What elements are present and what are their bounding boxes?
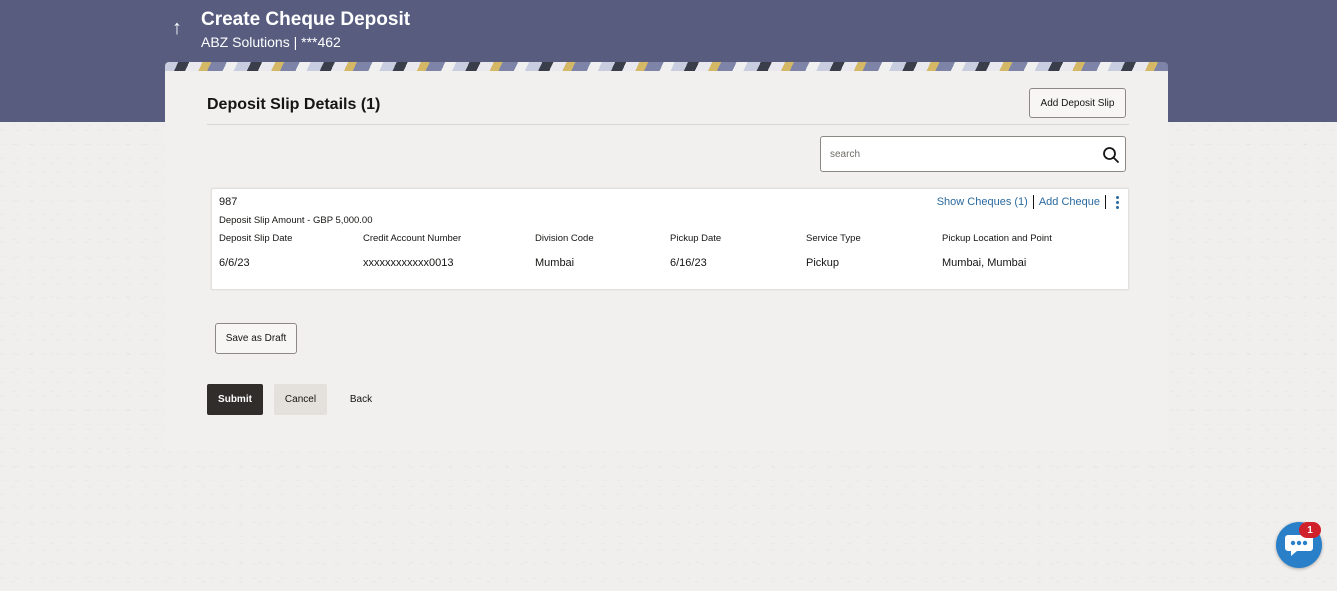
separator — [1032, 195, 1034, 209]
page-title: Create Cheque Deposit — [201, 9, 411, 30]
column-header: Deposit Slip Date — [219, 233, 293, 244]
pickup-location: Mumbai, Mumbai — [942, 257, 1027, 269]
separator — [1105, 195, 1106, 209]
column-header: Service Type — [806, 233, 861, 244]
search-input[interactable]: search — [820, 136, 1126, 172]
column-header: Pickup Location and Point — [942, 233, 1052, 244]
division-code: Mumbai — [535, 257, 575, 269]
more-options-icon[interactable] — [1116, 195, 1119, 209]
search-icon[interactable] — [1101, 145, 1121, 165]
cancel-button[interactable]: Cancel — [274, 384, 327, 415]
slip-amount: Deposit Slip Amount - GBP 5,000.00 — [219, 215, 373, 226]
add-deposit-slip-button[interactable]: Add Deposit Slip — [1029, 88, 1126, 118]
service-type: Pickup — [806, 257, 840, 269]
search-placeholder: search — [830, 149, 861, 160]
section-title: Deposit Slip Details (1) — [207, 96, 381, 113]
notification-badge: 1 — [1299, 522, 1321, 538]
column-header: Credit Account Number — [363, 233, 462, 244]
credit-account-number: xxxxxxxxxxxx0013 — [363, 257, 454, 269]
show-cheques-link[interactable]: Show Cheques (1) — [937, 196, 1028, 208]
add-cheque-link[interactable]: Add Cheque — [1039, 196, 1100, 208]
back-button[interactable]: Back — [340, 384, 382, 415]
slip-number: 987 — [219, 196, 238, 208]
column-header: Pickup Date — [670, 233, 722, 244]
page-subtitle: ABZ Solutions | ***462 — [201, 34, 341, 50]
deposit-slip-card: 987 Deposit Slip Amount - GBP 5,000.00 S… — [211, 188, 1129, 290]
back-arrow-icon[interactable]: ↑ — [172, 18, 182, 38]
deposit-slip-date: 6/6/23 — [219, 257, 250, 269]
column-header: Division Code — [535, 233, 594, 244]
card-actions: Show Cheques (1) Add Cheque — [937, 195, 1119, 209]
divider — [207, 124, 1129, 125]
save-as-draft-button[interactable]: Save as Draft — [215, 323, 297, 354]
main-panel: Deposit Slip Details (1) Add Deposit Sli… — [165, 71, 1168, 450]
submit-button[interactable]: Submit — [207, 384, 263, 415]
pickup-date: 6/16/23 — [670, 257, 707, 269]
